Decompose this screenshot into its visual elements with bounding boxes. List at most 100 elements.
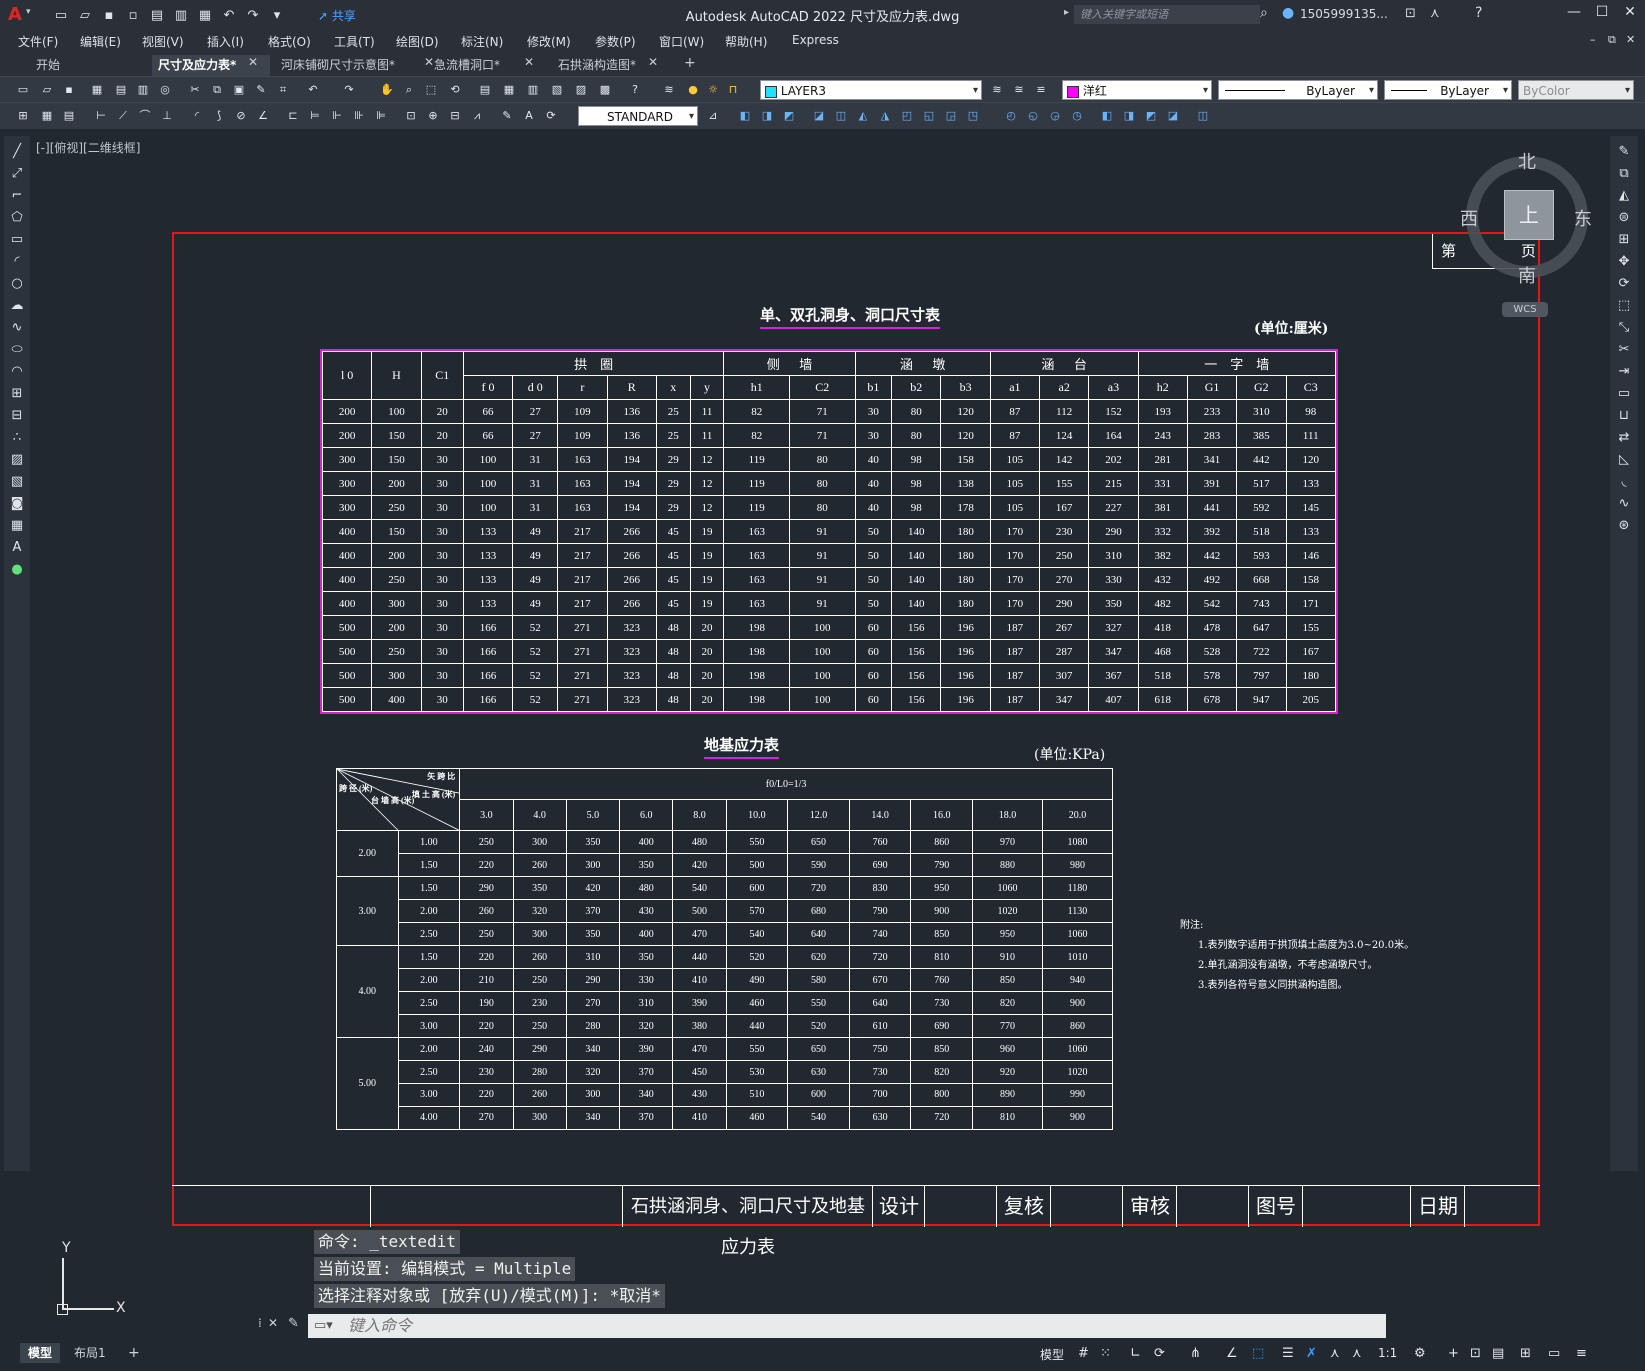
doc-restore-icon[interactable]: ⧉ <box>1608 33 1616 47</box>
menu-express[interactable]: Express <box>792 33 839 47</box>
section-icon[interactable]: ◷ <box>1068 107 1086 125</box>
union-icon[interactable]: ◱ <box>920 107 938 125</box>
presspull-icon[interactable]: ◫ <box>832 107 850 125</box>
search-icon[interactable]: ⌕ <box>1260 5 1268 21</box>
continue-icon[interactable]: ⊩ <box>328 107 346 125</box>
radius-icon[interactable]: ◜ <box>188 107 206 125</box>
wcs-menu[interactable]: WCS <box>1502 302 1548 317</box>
lineweight-dropdown[interactable]: ByLayer ▾ <box>1384 80 1512 100</box>
quick-properties-icon[interactable]: ▤ <box>1492 1346 1504 1361</box>
cart-icon[interactable]: ⊡ <box>1405 6 1416 21</box>
offset-icon[interactable]: ⊜ <box>1616 210 1632 226</box>
doc-close-icon[interactable]: ✕ <box>1626 33 1635 46</box>
share-button[interactable]: ➚ 共享 <box>318 7 356 24</box>
tab-close-icon[interactable]: ✕ <box>248 55 258 69</box>
rotate-icon[interactable]: ⟳ <box>1616 276 1632 292</box>
center-mark-icon[interactable]: ⊕ <box>424 107 442 125</box>
dimension-space-icon[interactable]: ⊪ <box>350 107 368 125</box>
qnew-icon[interactable]: ▭ <box>14 81 32 99</box>
tab-close-icon[interactable]: ✕ <box>648 55 658 69</box>
command-customize-icon[interactable]: ✎ <box>288 1316 299 1331</box>
annotation-visibility-icon[interactable]: ✗ <box>1306 1346 1317 1361</box>
make-block-icon[interactable]: ⊟ <box>9 408 25 424</box>
ordinate-icon[interactable]: ⊥ <box>158 107 176 125</box>
maximize-button[interactable]: ☐ <box>1588 4 1616 26</box>
add-layout-icon[interactable]: + <box>120 1343 148 1363</box>
menu-insert[interactable]: 插入(I) <box>207 33 244 50</box>
sweep-icon[interactable]: ◭ <box>854 107 872 125</box>
auto-scale-icon[interactable]: ⋏ <box>1330 1346 1340 1361</box>
wedge-icon[interactable]: ◨ <box>758 107 776 125</box>
region-icon[interactable]: ◙ <box>9 496 25 512</box>
hardware-acceleration-icon[interactable]: ⊞ <box>1520 1346 1531 1361</box>
search-expand-icon[interactable]: ▸ <box>1064 7 1069 18</box>
redo-icon[interactable]: ↷ <box>244 6 262 24</box>
copy-icon[interactable]: ⧉ <box>1616 166 1632 182</box>
mirror-3d-icon[interactable]: ◪ <box>1164 107 1182 125</box>
zoom-window-icon[interactable]: ⬚ <box>422 81 440 99</box>
intersect-icon[interactable]: ◳ <box>964 107 982 125</box>
array-icon[interactable]: ⊞ <box>1616 232 1632 248</box>
menu-window[interactable]: 窗口(W) <box>659 33 704 50</box>
close-button[interactable]: ✕ <box>1616 4 1644 26</box>
open-icon[interactable]: ▱ <box>76 6 94 24</box>
tab-start[interactable]: 开始 <box>30 55 66 76</box>
tolerance-icon[interactable]: ⊡ <box>402 107 420 125</box>
extend-icon[interactable]: ⇥ <box>1616 364 1632 380</box>
aligned-dimension-icon[interactable]: ⟋ <box>114 107 132 125</box>
compass-south[interactable]: 南 <box>1518 262 1536 288</box>
zoom-realtime-icon[interactable]: ⌕ <box>400 81 418 99</box>
jogged-icon[interactable]: ⟆ <box>210 107 228 125</box>
compass-east[interactable]: 东 <box>1574 205 1592 231</box>
viewport-controls[interactable]: [-][俯视][二维线框] <box>36 139 140 156</box>
design-center-icon[interactable]: ▦ <box>500 81 518 99</box>
ellipse-arc-icon[interactable]: ◠ <box>9 364 25 380</box>
erase-icon[interactable]: ✎ <box>1616 144 1632 160</box>
lineweight-icon[interactable]: ☰ <box>1282 1346 1294 1361</box>
dimension-text-edit-icon[interactable]: A <box>520 107 538 125</box>
dimension-update-icon[interactable]: ⟳ <box>542 107 560 125</box>
align-3d-icon[interactable]: ◩ <box>1142 107 1160 125</box>
help-icon[interactable]: ? <box>626 81 644 99</box>
plot-preview-icon[interactable]: ▤ <box>112 81 130 99</box>
rectangle-icon[interactable]: ▭ <box>9 232 25 248</box>
publish-icon[interactable]: ▤ <box>148 6 166 24</box>
new-tab-icon[interactable]: + <box>684 55 696 71</box>
user-name[interactable]: 1505999135... <box>1300 7 1388 21</box>
clean-screen-icon[interactable]: ▭ <box>1548 1346 1560 1361</box>
command-recent-icon[interactable]: ▭▾ <box>314 1314 333 1338</box>
color-dropdown[interactable]: 洋红 ▾ <box>1062 80 1212 100</box>
workspace-gear-icon[interactable]: ⚙ <box>1414 1346 1426 1361</box>
thicken-icon[interactable]: ◵ <box>1024 107 1042 125</box>
undo-icon[interactable]: ↶ <box>304 81 322 99</box>
attribute-icon[interactable]: ▤ <box>60 107 78 125</box>
command-input[interactable]: ▭▾ 键入命令 <box>308 1314 1386 1338</box>
box-icon[interactable]: ◧ <box>736 107 754 125</box>
copy-icon[interactable]: ⧉ <box>208 81 226 99</box>
make-current-icon[interactable]: ≋ <box>988 81 1006 99</box>
app-menu-chevron-icon[interactable]: ▾ <box>26 7 31 17</box>
tab-chute-opening[interactable]: 急流槽洞口* <box>428 55 506 76</box>
scale-icon[interactable]: ⬚ <box>1616 298 1632 314</box>
hatch-icon[interactable]: ▨ <box>9 452 25 468</box>
tool-palettes-icon[interactable]: ▥ <box>524 81 542 99</box>
doc-minimize-icon[interactable]: – <box>1590 33 1596 46</box>
layer-state-icon[interactable]: ≌ <box>1032 81 1050 99</box>
layer-lock-icon[interactable]: ⊓ <box>724 81 742 99</box>
match-properties-icon[interactable]: ✎ <box>252 81 270 99</box>
undo-icon[interactable]: ↶ <box>220 6 238 24</box>
ellipse-icon[interactable]: ⬭ <box>9 342 25 358</box>
quick-dimension-icon[interactable]: ⊏ <box>284 107 302 125</box>
layout-tab-model[interactable]: 模型 <box>20 1343 61 1363</box>
mirror-icon[interactable]: ◭ <box>1616 188 1632 204</box>
save-as-icon[interactable]: ▫ <box>124 6 142 24</box>
tab-close-icon[interactable]: ✕ <box>524 55 534 69</box>
dimension-edit-icon[interactable]: ✎ <box>498 107 516 125</box>
menu-draw[interactable]: 绘图(D) <box>396 33 439 50</box>
circle-icon[interactable]: ○ <box>9 276 25 292</box>
menu-file[interactable]: 文件(F) <box>18 33 58 50</box>
menu-dimension[interactable]: 标注(N) <box>461 33 503 50</box>
help-icon[interactable]: ? <box>1475 5 1482 21</box>
dimension-break-icon[interactable]: ⊫ <box>372 107 390 125</box>
object-snap-tracking-icon[interactable]: ∠ <box>1226 1346 1238 1361</box>
